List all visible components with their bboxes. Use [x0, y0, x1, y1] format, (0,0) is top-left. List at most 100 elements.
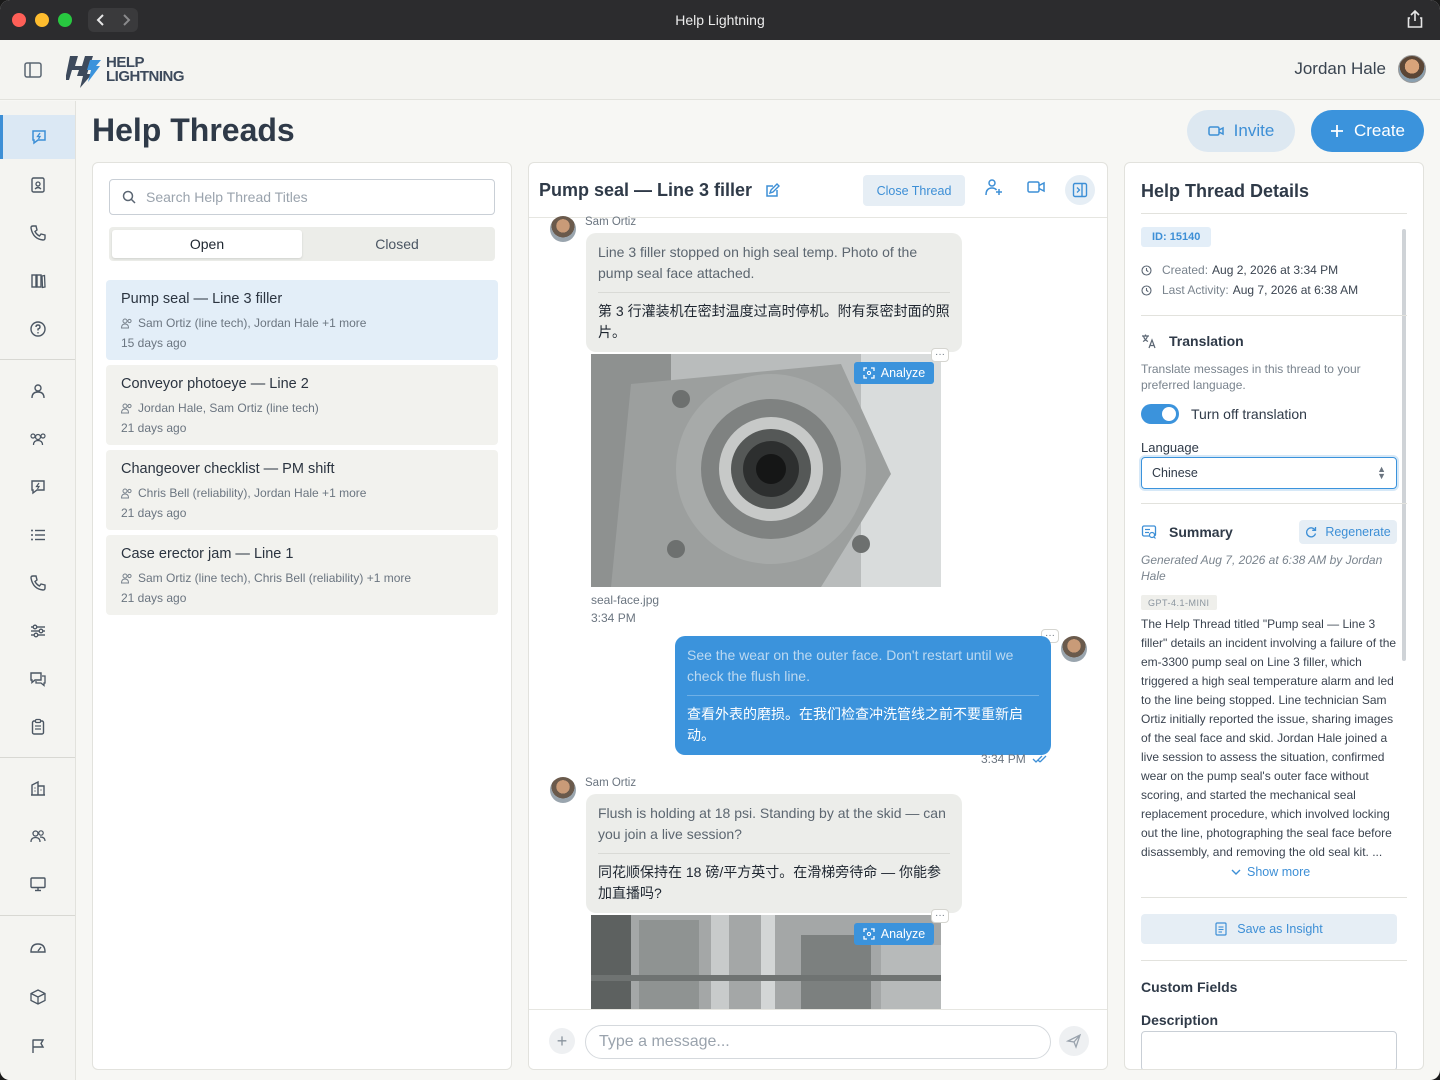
nav-sites[interactable] [0, 766, 75, 810]
nav-messages[interactable] [0, 657, 75, 701]
regenerate-button[interactable]: Regenerate [1299, 520, 1397, 544]
thread-title: Pump seal — Line 3 filler [121, 291, 283, 307]
translate-icon [1142, 334, 1156, 349]
nav-settings[interactable] [0, 609, 75, 653]
nav-checklists[interactable] [0, 705, 75, 749]
language-label: Language [1141, 440, 1199, 455]
message-bubble: See the wear on the outer face. Don't re… [675, 636, 1051, 755]
nav-teams[interactable] [0, 814, 75, 858]
nav-groups[interactable] [0, 417, 75, 461]
phone-icon [29, 575, 46, 591]
nav-help[interactable] [0, 307, 75, 351]
refresh-icon [1306, 527, 1317, 538]
nav-divider [0, 757, 75, 758]
summary-title: Summary [1169, 524, 1233, 540]
thread-age: 21 days ago [121, 506, 187, 520]
analyze-button[interactable]: Analyze [854, 923, 934, 945]
thread-list-item[interactable]: Pump seal — Line 3 filler Sam Ortiz (lin… [106, 280, 498, 360]
contact-card-icon [30, 177, 45, 193]
nav-divider [0, 359, 75, 360]
nav-threads-admin[interactable] [0, 465, 75, 509]
thread-list-item[interactable]: Changeover checklist — PM shift Chris Be… [106, 450, 498, 530]
nav-dashboard[interactable] [0, 926, 75, 970]
message-input[interactable]: Type a message... [585, 1025, 1051, 1059]
window-title: Help Lightning [675, 12, 765, 28]
message-time: 3:34 PM [591, 611, 636, 625]
add-participant-icon[interactable] [984, 177, 1004, 202]
read-checks-icon [1032, 755, 1047, 763]
thread-participants: Jordan Hale, Sam Ortiz (line tech) [138, 401, 319, 415]
save-insight-button[interactable]: Save as Insight [1141, 914, 1397, 944]
translation-note: Translate messages in this thread to you… [1141, 362, 1361, 392]
clipboard-icon [31, 718, 44, 735]
thread-list-item[interactable]: Case erector jam — Line 1 Sam Ortiz (lin… [106, 535, 498, 615]
nav-help-threads[interactable] [0, 115, 75, 159]
summary-text: The Help Thread titled "Pump seal — Line… [1141, 617, 1397, 859]
edit-icon[interactable] [764, 182, 781, 199]
nav-library[interactable] [0, 259, 75, 303]
groups-icon [29, 433, 46, 446]
message-options-icon[interactable]: ··· [931, 348, 949, 362]
nav-divider [0, 915, 75, 916]
nav-contacts[interactable] [0, 163, 75, 207]
message-options-icon[interactable]: ··· [931, 909, 949, 923]
nav-list[interactable] [0, 513, 75, 557]
tab-open[interactable]: Open [112, 230, 302, 258]
close-thread-button[interactable]: Close Thread [863, 175, 965, 206]
avatar [1061, 636, 1087, 662]
video-call-icon[interactable] [1027, 180, 1045, 199]
language-select[interactable]: Chinese ▲ ▼ [1141, 457, 1397, 489]
details-scrollbar[interactable] [1402, 229, 1406, 661]
logo-text-bottom: LIGHTNING [106, 68, 185, 85]
help-lightning-logo: HELP LIGHTNING [66, 52, 185, 88]
search-input[interactable]: Search Help Thread Titles [109, 179, 495, 215]
sidebar-toggle-icon[interactable] [24, 62, 42, 83]
nav-reports[interactable] [0, 1024, 75, 1068]
help-threads-icon [32, 130, 46, 145]
translation-heading: Translation [1141, 333, 1244, 349]
chat-title-group: Pump seal — Line 3 filler [539, 180, 781, 201]
regenerate-label: Regenerate [1325, 525, 1391, 539]
nav-call-log[interactable] [0, 561, 75, 605]
show-more-link[interactable]: Show more [1231, 865, 1310, 879]
participants-icon [121, 488, 132, 498]
page-title: Help Threads [92, 112, 295, 148]
send-button[interactable] [1059, 1026, 1089, 1056]
plus-icon [1330, 125, 1343, 137]
translation-toggle[interactable] [1141, 404, 1179, 424]
thread-title: Case erector jam — Line 1 [121, 546, 294, 562]
summary-generated: Generated Aug 7, 2026 at 6:38 AM by Jord… [1141, 553, 1383, 583]
analyze-label: Analyze [880, 927, 926, 941]
nav-devices[interactable] [0, 862, 75, 906]
message-translation: 第 3 行灌装机在密封温度过高时停机。附有泵密封面的照片。 [598, 303, 950, 340]
seal-face-image[interactable] [591, 354, 941, 587]
description-field[interactable] [1141, 1031, 1397, 1069]
divider [1141, 503, 1407, 504]
analyze-button[interactable]: Analyze [854, 362, 934, 384]
attach-button[interactable]: + [549, 1028, 575, 1054]
library-icon [30, 274, 46, 289]
share-icon[interactable] [1406, 9, 1424, 34]
show-more-label: Show more [1247, 865, 1311, 879]
divider [1141, 213, 1407, 214]
nav-users[interactable] [0, 369, 75, 413]
lightning-logo-icon [66, 56, 101, 88]
toggle-details-icon[interactable] [1065, 175, 1095, 205]
nav-calls[interactable] [0, 211, 75, 255]
thread-title: Conveyor photoeye — Line 2 [121, 376, 309, 392]
message-sender: Sam Ortiz [585, 777, 637, 789]
toggle-label: Turn off translation [1191, 406, 1307, 422]
invite-button[interactable]: Invite [1187, 110, 1295, 152]
created-value: Aug 2, 2026 at 3:34 PM [1212, 263, 1339, 277]
user-menu[interactable]: Jordan Hale [1294, 55, 1426, 83]
scan-icon [863, 367, 875, 379]
message-status: 3:34 PM [981, 752, 1052, 766]
save-insight-label: Save as Insight [1237, 922, 1323, 936]
create-button[interactable]: Create [1311, 110, 1424, 152]
search-placeholder: Search Help Thread Titles [146, 189, 308, 205]
nav-packages[interactable] [0, 975, 75, 1019]
tab-closed[interactable]: Closed [302, 230, 492, 258]
thread-list-panel: Search Help Thread Titles Open Closed Pu… [92, 162, 512, 1070]
message-placeholder: Type a message... [599, 1033, 730, 1050]
thread-list-item[interactable]: Conveyor photoeye — Line 2 Jordan Hale, … [106, 365, 498, 445]
